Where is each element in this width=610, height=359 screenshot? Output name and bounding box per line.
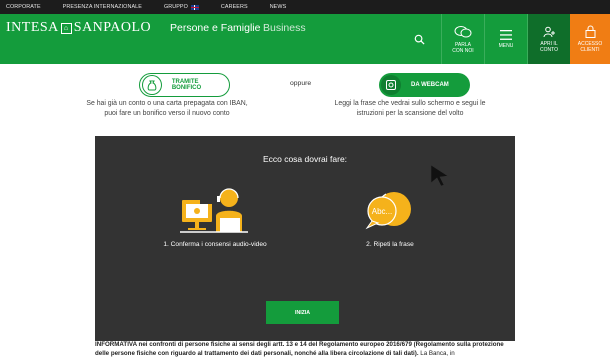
informativa-rest: La Banca, in: [418, 350, 455, 357]
apri-label-2: CONTO: [540, 46, 558, 53]
bubble-text: Abc...: [372, 207, 392, 216]
topbar-careers-link[interactable]: CAREERS: [221, 4, 248, 10]
uk-flag-icon: [190, 4, 199, 10]
informativa-text: INFORMATIVA nei confronti di persone fis…: [95, 340, 515, 358]
webcam-icon: [381, 75, 401, 95]
logo-text-1: INTESA: [6, 20, 59, 35]
nav-business[interactable]: Business: [263, 22, 306, 34]
intesa-sanpaolo-logo[interactable]: INTESA ⌂ SANPAOLO: [6, 20, 151, 36]
step-1-text: 1. Conferma i consensi audio-video: [163, 241, 267, 248]
topbar-corporate-link[interactable]: CORPORATE: [6, 4, 41, 10]
nav-persone-famiglie[interactable]: Persone e Famiglie: [170, 22, 260, 34]
step-2-text: 2. Ripeti la frase: [366, 241, 414, 248]
menu-label: MENU: [498, 42, 514, 49]
search-icon: [414, 34, 425, 45]
inizia-button[interactable]: INIZIA: [266, 301, 339, 324]
tramite-bonifico-label: TRAMITE BONIFICO: [171, 79, 202, 91]
tramite-bonifico-button[interactable]: TRAMITE BONIFICO: [139, 73, 230, 97]
search-button[interactable]: [396, 14, 442, 64]
panel-title: Ecco cosa dovrai fare:: [262, 154, 348, 164]
bonifico-description: Se hai già un conto o una carta prepagat…: [86, 100, 248, 117]
topbar-news-link[interactable]: NEWS: [270, 4, 287, 10]
webcam-description: Leggi la frase che vedrai sullo schermo …: [334, 100, 486, 117]
logo-mark-icon: ⌂: [60, 22, 72, 34]
chat-bubbles-icon: [454, 25, 472, 37]
accesso-clienti-button[interactable]: ACCESSO CLIENTI: [570, 14, 610, 64]
lock-icon: [585, 25, 595, 38]
hamburger-icon: [500, 29, 512, 40]
add-user-icon: [543, 26, 555, 37]
menu-button[interactable]: MENU: [484, 14, 527, 64]
oppure-label: oppure: [290, 80, 312, 87]
logo-text-2: SANPAOLO: [73, 20, 152, 35]
accesso-label-2: CLIENTI: [580, 47, 600, 53]
da-webcam-button[interactable]: DA WEBCAM: [379, 73, 470, 97]
topbar-gruppo-link[interactable]: GRUPPO: [164, 4, 199, 10]
da-webcam-label: DA WEBCAM: [411, 82, 449, 88]
top-bar: CORPORATE PRESENZA INTERNAZIONALE GRUPPO…: [0, 0, 610, 14]
speech-bubble-icon: Abc...: [365, 192, 411, 230]
topbar-gruppo-label: GRUPPO: [163, 4, 188, 10]
parla-label-2: CON NOI: [452, 47, 474, 54]
topbar-presenza-link[interactable]: PRESENZA INTERNAZIONALE: [63, 4, 142, 10]
money-bag-icon: [142, 75, 162, 95]
apri-il-conto-button[interactable]: APRI IL CONTO: [527, 14, 570, 64]
mouse-cursor-icon: [430, 164, 449, 186]
parla-con-noi-button[interactable]: PARLA CON NOI: [441, 14, 484, 64]
person-at-computer-icon: [180, 188, 248, 233]
